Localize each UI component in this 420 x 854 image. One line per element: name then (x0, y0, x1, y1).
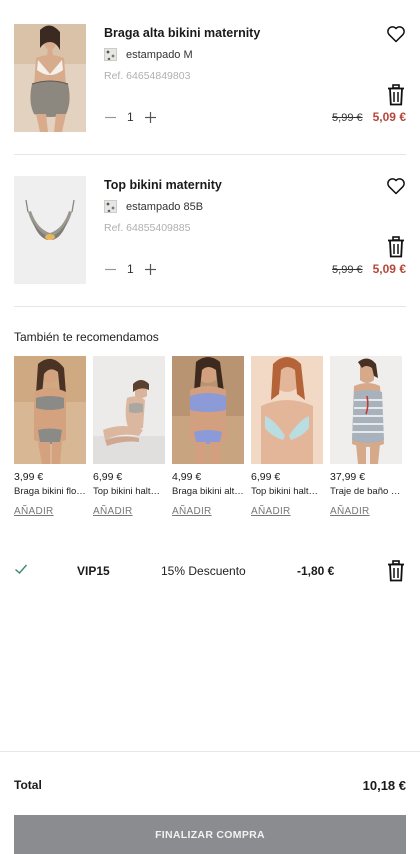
quantity-value: 1 (127, 262, 134, 276)
recommended-product-name[interactable]: Braga bikini alt… (172, 486, 244, 497)
product-image[interactable] (14, 176, 86, 284)
promo-code: VIP15 (77, 564, 110, 578)
wishlist-button[interactable] (386, 176, 406, 196)
quantity-stepper: 1 (104, 110, 157, 124)
increase-quantity-button[interactable] (145, 263, 157, 275)
heart-icon (387, 178, 405, 195)
decrease-quantity-button[interactable] (104, 111, 116, 123)
quantity-value: 1 (127, 110, 134, 124)
delete-item-button[interactable] (387, 236, 405, 258)
product-name[interactable]: Braga alta bikini maternity (104, 26, 260, 40)
add-to-cart-link[interactable]: AÑADIR (330, 506, 370, 517)
promo-description: 15% Descuento (161, 564, 246, 578)
product-name[interactable]: Top bikini maternity (104, 178, 222, 192)
minus-icon (104, 116, 116, 118)
add-to-cart-link[interactable]: AÑADIR (14, 506, 54, 517)
add-to-cart-link[interactable]: AÑADIR (93, 506, 133, 517)
recommended-product-image[interactable] (93, 356, 165, 464)
sale-price: 5,09 € (372, 110, 406, 124)
quantity-stepper: 1 (104, 262, 157, 276)
applied-promo-code: VIP15 15% Descuento -1,80 € (0, 560, 420, 584)
recommendations-carousel: 3,99 € Braga bikini flo… AÑADIR 6,99 € T… (14, 356, 409, 519)
price-block: 5,99 € 5,09 € (332, 262, 406, 276)
recommended-product-image[interactable] (172, 356, 244, 464)
recommended-product: 37,99 € Traje de baño … AÑADIR (330, 356, 402, 519)
recommended-product-image[interactable] (251, 356, 323, 464)
recommended-product-image[interactable] (330, 356, 402, 464)
recommended-product-price: 37,99 € (330, 471, 366, 483)
color-swatch (104, 48, 117, 61)
recommended-product: 4,99 € Braga bikini alt… AÑADIR (172, 356, 244, 519)
total-value: 10,18 € (362, 778, 406, 793)
decrease-quantity-button[interactable] (104, 263, 116, 275)
variant-label: estampado M (126, 48, 193, 61)
recommended-product-name[interactable]: Top bikini halt… (93, 486, 165, 497)
checkout-button[interactable]: FINALIZAR COMPRA (14, 815, 406, 854)
original-price: 5,99 € (332, 112, 363, 124)
remove-promo-button[interactable] (387, 560, 405, 582)
delete-item-button[interactable] (387, 84, 405, 106)
color-swatch (104, 200, 117, 213)
recommended-product-price: 4,99 € (172, 471, 202, 483)
minus-icon (104, 268, 116, 270)
divider (14, 154, 406, 155)
wishlist-button[interactable] (386, 24, 406, 44)
divider (0, 751, 420, 752)
plus-icon (145, 263, 157, 275)
recommended-product-name[interactable]: Traje de baño … (330, 486, 402, 497)
trash-icon (388, 560, 404, 582)
recommended-product: 6,99 € Top bikini halt… AÑADIR (93, 356, 165, 519)
heart-icon (387, 26, 405, 43)
product-ref: Ref. 64855409885 (104, 222, 191, 234)
product-image[interactable] (14, 24, 86, 132)
trash-icon (388, 236, 404, 258)
recommendations-title: También te recomendamos (14, 330, 159, 344)
original-price: 5,99 € (332, 264, 363, 276)
plus-icon (145, 111, 157, 123)
add-to-cart-link[interactable]: AÑADIR (251, 506, 291, 517)
recommended-product-image[interactable] (14, 356, 86, 464)
add-to-cart-link[interactable]: AÑADIR (172, 506, 212, 517)
trash-icon (388, 84, 404, 106)
increase-quantity-button[interactable] (145, 111, 157, 123)
recommended-product-name[interactable]: Braga bikini flo… (14, 486, 86, 497)
product-variant: estampado M (104, 48, 193, 61)
recommended-product-price: 6,99 € (251, 471, 281, 483)
recommended-product-name[interactable]: Top bikini halt… (251, 486, 323, 497)
product-ref: Ref. 64654849803 (104, 70, 191, 82)
promo-amount: -1,80 € (297, 564, 335, 578)
recommended-product-price: 6,99 € (93, 471, 123, 483)
variant-label: estampado 85B (126, 200, 204, 213)
total-label: Total (14, 778, 42, 792)
check-icon (14, 562, 28, 576)
recommended-product: 6,99 € Top bikini halt… AÑADIR (251, 356, 323, 519)
sale-price: 5,09 € (372, 262, 406, 276)
recommended-product: 3,99 € Braga bikini flo… AÑADIR (14, 356, 86, 519)
recommended-product-price: 3,99 € (14, 471, 44, 483)
divider (14, 306, 406, 307)
product-variant: estampado 85B (104, 200, 203, 213)
price-block: 5,99 € 5,09 € (332, 110, 406, 124)
